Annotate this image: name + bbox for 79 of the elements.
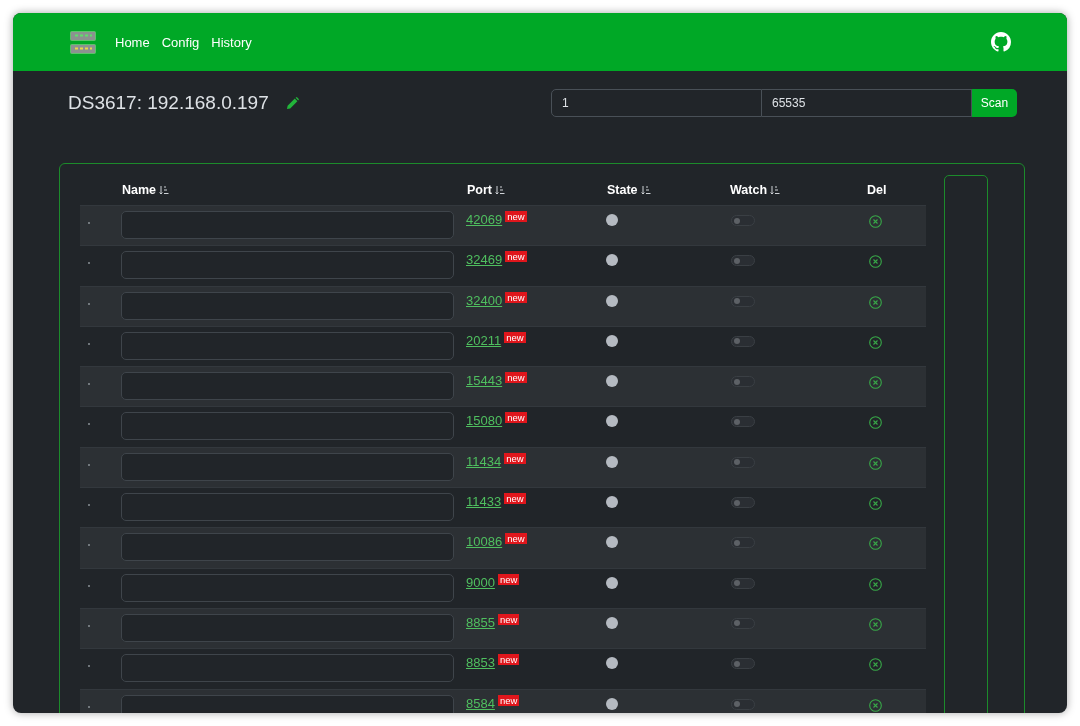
sort-icon[interactable]	[640, 185, 651, 195]
watch-toggle[interactable]	[731, 698, 755, 710]
column-header: Del	[867, 183, 887, 197]
new-badge: new	[497, 573, 520, 585]
watch-toggle[interactable]	[731, 497, 755, 509]
port-link[interactable]: 10086	[466, 533, 503, 552]
new-badge: new	[505, 291, 527, 303]
delete-circle-x-icon[interactable]	[869, 335, 882, 349]
port-link[interactable]: 11433	[466, 493, 502, 512]
server-logo-icon[interactable]	[70, 30, 96, 54]
delete-circle-x-icon[interactable]	[869, 376, 882, 390]
start-port-field[interactable]: 1	[551, 89, 762, 117]
port-link[interactable]: 20211	[466, 331, 502, 350]
watch-toggle[interactable]	[731, 215, 755, 226]
port-link[interactable]: 15080	[466, 412, 503, 431]
column-header[interactable]: State	[607, 183, 651, 197]
name-input[interactable]	[121, 533, 454, 562]
name-input[interactable]	[121, 251, 454, 280]
watch-toggle[interactable]	[731, 255, 755, 267]
new-badge: new	[505, 412, 527, 424]
port-link[interactable]: 42069	[466, 211, 503, 229]
name-input[interactable]	[121, 331, 454, 360]
port-link[interactable]: 8853	[466, 654, 495, 673]
new-badge: new	[504, 452, 526, 464]
watch-toggle[interactable]	[731, 295, 755, 307]
name-input[interactable]	[121, 493, 454, 522]
delete-circle-x-icon[interactable]	[869, 658, 882, 672]
delete-circle-x-icon[interactable]	[869, 537, 882, 551]
new-badge: new	[504, 493, 526, 505]
name-input[interactable]	[121, 291, 454, 320]
delete-circle-x-icon[interactable]	[869, 577, 882, 591]
github-icon[interactable]	[991, 32, 1011, 52]
delete-circle-x-icon[interactable]	[869, 295, 882, 309]
name-input[interactable]	[121, 573, 454, 602]
new-badge: new	[497, 613, 520, 625]
port-link[interactable]: 8584	[466, 694, 495, 713]
delete-circle-x-icon[interactable]	[869, 698, 882, 712]
name-input[interactable]	[121, 452, 454, 481]
column-header[interactable]: Name	[122, 183, 170, 197]
sort-icon[interactable]	[770, 185, 781, 195]
port-link[interactable]: 32469	[466, 251, 503, 270]
delete-circle-x-icon[interactable]	[869, 497, 882, 511]
name-input[interactable]	[121, 654, 454, 683]
name-input[interactable]	[121, 211, 454, 239]
watch-toggle[interactable]	[731, 456, 755, 468]
sort-icon[interactable]	[159, 185, 170, 195]
delete-circle-x-icon[interactable]	[869, 456, 882, 470]
new-badge: new	[505, 372, 527, 384]
watch-toggle[interactable]	[731, 376, 755, 388]
watch-toggle[interactable]	[731, 416, 755, 428]
watch-toggle[interactable]	[731, 577, 755, 589]
port-link[interactable]: 11434	[466, 452, 502, 471]
delete-circle-x-icon[interactable]	[869, 416, 882, 430]
delete-circle-x-icon[interactable]	[869, 215, 882, 228]
end-port-field[interactable]: 65535	[762, 89, 972, 117]
port-link[interactable]: 8855	[466, 613, 495, 632]
name-input[interactable]	[121, 613, 454, 642]
pencil-icon[interactable]	[286, 97, 299, 109]
new-badge: new	[505, 211, 527, 222]
new-badge: new	[505, 251, 527, 263]
port-link[interactable]: 15443	[466, 372, 503, 391]
name-input[interactable]	[121, 372, 454, 401]
watch-toggle[interactable]	[731, 658, 755, 670]
new-badge: new	[505, 533, 527, 545]
column-header[interactable]: Port	[467, 183, 505, 197]
delete-circle-x-icon[interactable]	[869, 617, 882, 631]
port-link[interactable]: 9000	[466, 573, 495, 592]
sort-icon[interactable]	[495, 185, 505, 195]
column-header[interactable]: Watch	[730, 183, 781, 197]
watch-toggle[interactable]	[731, 617, 755, 629]
new-badge: new	[497, 654, 520, 666]
new-badge: new	[504, 331, 526, 343]
delete-circle-x-icon[interactable]	[869, 255, 882, 269]
host-title: DS3617: 192.168.0.197	[68, 92, 269, 114]
watch-toggle[interactable]	[731, 335, 755, 347]
watch-toggle[interactable]	[731, 537, 755, 549]
name-input[interactable]	[121, 412, 454, 441]
port-link[interactable]: 32400	[466, 291, 503, 310]
new-badge: new	[497, 694, 520, 706]
